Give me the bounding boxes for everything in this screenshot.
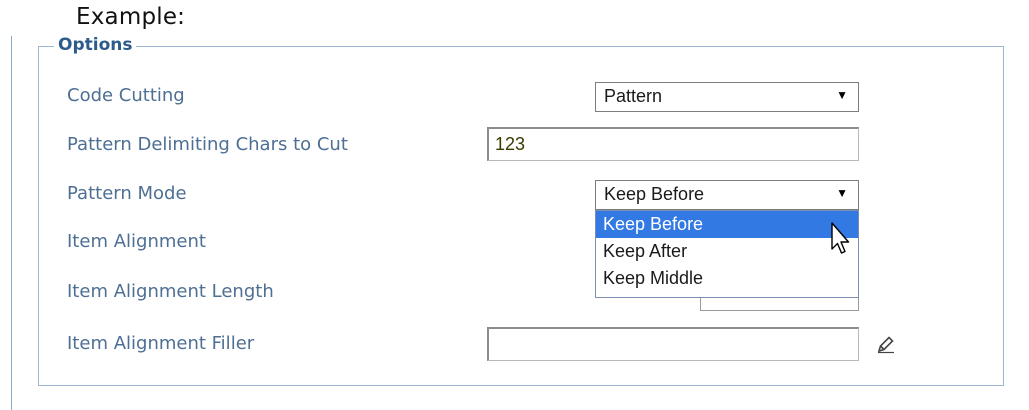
option-keep-after[interactable]: Keep After [596,238,858,265]
item-alignment-label: Item Alignment [67,231,206,252]
code-cutting-select[interactable]: Pattern ▼ [595,82,859,112]
chevron-down-icon: ▼ [836,186,848,200]
item-alignment-filler-input[interactable] [487,327,859,361]
code-cutting-value: Pattern [604,86,663,106]
options-legend: Options [54,35,137,55]
pattern-mode-label: Pattern Mode [67,183,187,204]
item-alignment-filler-label: Item Alignment Filler [67,333,255,354]
pattern-mode-select[interactable]: Keep Before ▼ [595,180,859,210]
item-alignment-length-label: Item Alignment Length [67,281,274,302]
pattern-mode-dropdown-list[interactable]: Keep Before Keep After Keep Middle [595,210,859,298]
pattern-chars-label: Pattern Delimiting Chars to Cut [67,134,348,155]
pattern-mode-value: Keep Before [604,184,705,204]
chevron-down-icon: ▼ [836,88,848,102]
pattern-chars-input[interactable] [487,127,859,161]
code-cutting-label: Code Cutting [67,85,185,106]
left-divider [11,36,12,410]
example-heading: Example: [76,4,186,30]
option-keep-middle[interactable]: Keep Middle [596,265,858,292]
pencil-icon[interactable] [876,334,896,354]
option-keep-before[interactable]: Keep Before [596,211,858,238]
mouse-pointer-icon [831,222,850,254]
